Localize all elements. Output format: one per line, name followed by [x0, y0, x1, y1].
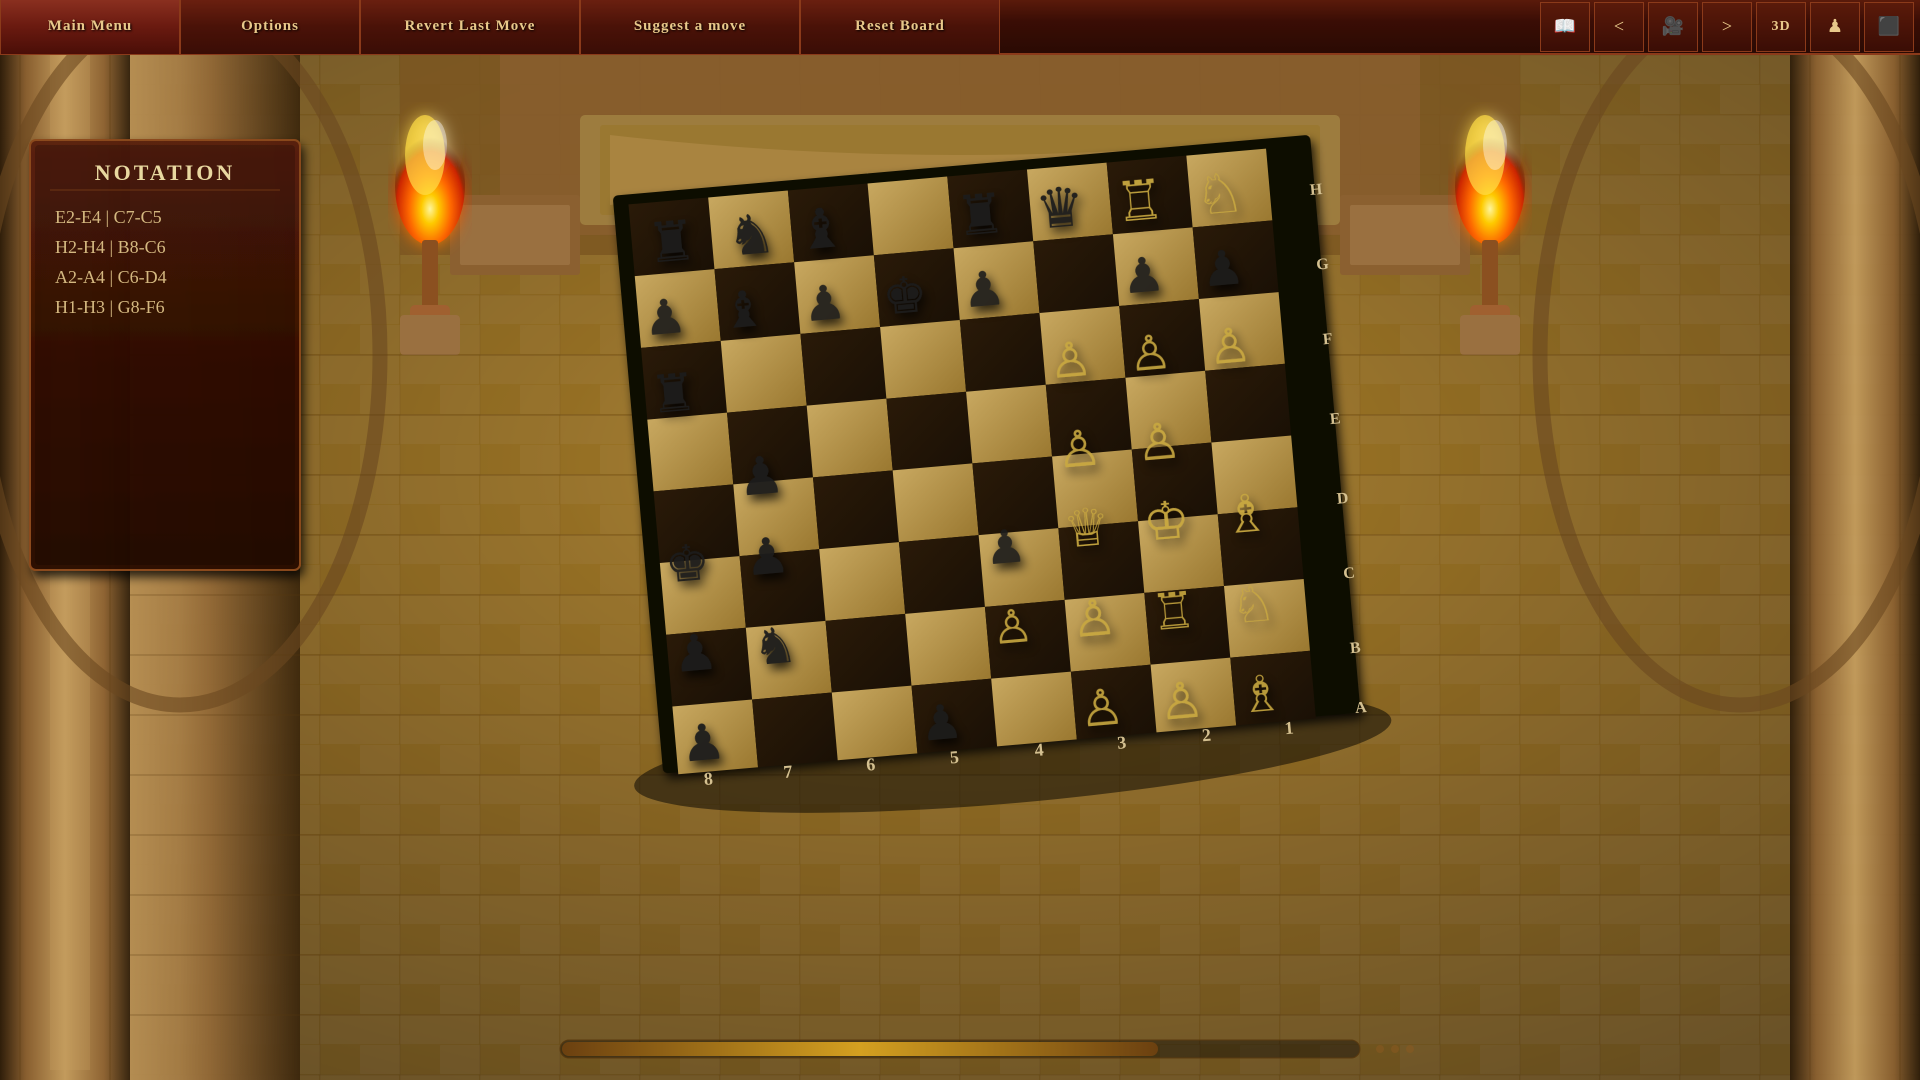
svg-text:♟: ♟	[641, 290, 688, 347]
book-icon: 📖	[1554, 16, 1576, 37]
next-button[interactable]: >	[1702, 2, 1752, 52]
reset-board-button[interactable]: Reset Board	[800, 0, 1000, 54]
game-scene: ⬥⬥⬥⬥⬥⬥⬥⬥⬥⬥⬥⬥⬥⬥⬥⬥⬥⬥⬥⬥⬥⬥⬥	[0, 55, 1920, 1080]
svg-text:♜: ♜	[953, 183, 1007, 248]
suggest-move-button[interactable]: Suggest a move	[580, 0, 800, 54]
svg-text:♙: ♙	[1069, 589, 1119, 649]
options-button[interactable]: Options	[180, 0, 360, 54]
menu-right-icons: 📖 < 🎥 > 3D ♟ ⬛	[1539, 2, 1920, 52]
notation-panel: NOTATION E2-E4 | C7-C5 H2-H4 | B8-C6 A2-…	[30, 140, 300, 570]
svg-text:♟: ♟	[801, 276, 848, 333]
svg-text:♜: ♜	[644, 210, 698, 275]
3d-button[interactable]: 3D	[1756, 2, 1806, 52]
svg-text:♟: ♟	[960, 262, 1007, 319]
svg-text:♖: ♖	[1113, 169, 1167, 234]
svg-text:♟: ♟	[735, 447, 786, 508]
svg-text:♖: ♖	[1149, 582, 1199, 642]
svg-text:D: D	[1336, 490, 1349, 508]
notation-title: NOTATION	[95, 160, 236, 185]
svg-text:♕: ♕	[1061, 499, 1112, 560]
notation-move-2: H2-H4 | B8-C6	[55, 237, 166, 257]
progress-bar-area	[560, 1040, 1360, 1058]
menu-bar: Main Menu Options Revert Last Move Sugge…	[0, 0, 1920, 55]
svg-text:♗: ♗	[1221, 485, 1272, 546]
svg-text:♞: ♞	[724, 203, 778, 268]
svg-text:♝: ♝	[719, 280, 769, 340]
svg-text:H: H	[1309, 181, 1323, 199]
svg-text:♟: ♟	[1119, 248, 1166, 305]
svg-text:♙: ♙	[990, 600, 1036, 654]
svg-text:♗: ♗	[1236, 664, 1286, 724]
game-area: ⬥⬥⬥⬥⬥⬥⬥⬥⬥⬥⬥⬥⬥⬥⬥⬥⬥⬥⬥⬥⬥⬥⬥	[0, 55, 1920, 1080]
svg-text:B: B	[1349, 639, 1361, 657]
checkerboard-button[interactable]: ⬛	[1864, 2, 1914, 52]
svg-text:F: F	[1322, 331, 1333, 349]
svg-text:♟: ♟	[918, 695, 965, 752]
svg-text:♟: ♟	[1199, 241, 1246, 298]
svg-text:♚: ♚	[663, 534, 713, 594]
svg-text:♙: ♙	[1134, 412, 1184, 472]
svg-text:♙: ♙	[1157, 671, 1207, 731]
notation-move-3: A2-A4 | C6-D4	[55, 267, 167, 287]
svg-text:♞: ♞	[750, 616, 800, 676]
svg-text:♙: ♙	[1206, 319, 1253, 376]
svg-text:E: E	[1329, 410, 1341, 428]
svg-text:♙: ♙	[1077, 678, 1127, 738]
svg-text:C: C	[1343, 565, 1356, 583]
svg-text:♟: ♟	[742, 527, 792, 587]
svg-text:♘: ♘	[1228, 575, 1278, 635]
checkerboard-icon: ⬛	[1878, 16, 1900, 37]
prev-button[interactable]: <	[1594, 2, 1644, 52]
svg-text:♙: ♙	[1047, 333, 1094, 390]
svg-text:♚: ♚	[880, 266, 930, 326]
revert-last-move-button[interactable]: Revert Last Move	[360, 0, 580, 54]
next-icon: >	[1722, 16, 1732, 37]
svg-text:♛: ♛	[1033, 176, 1087, 241]
svg-text:♜: ♜	[648, 364, 699, 425]
notation-move-1: E2-E4 | C7-C5	[55, 207, 162, 227]
camera-icon: 🎥	[1662, 16, 1684, 37]
svg-text:A: A	[1354, 699, 1367, 717]
svg-text:♙: ♙	[1054, 419, 1104, 479]
person-button[interactable]: ♟	[1810, 2, 1860, 52]
svg-text:♙: ♙	[1126, 326, 1173, 383]
person-icon: ♟	[1827, 16, 1843, 37]
svg-text:♟: ♟	[670, 623, 720, 683]
book-button[interactable]: 📖	[1540, 2, 1590, 52]
svg-text:♟: ♟	[678, 713, 728, 773]
prev-icon: <	[1614, 16, 1624, 37]
svg-text:♟: ♟	[983, 520, 1029, 574]
camera-button[interactable]: 🎥	[1648, 2, 1698, 52]
svg-text:♘: ♘	[1192, 162, 1246, 227]
svg-text:♔: ♔	[1141, 492, 1192, 553]
main-menu-button[interactable]: Main Menu	[0, 0, 180, 54]
svg-text:♝: ♝	[794, 197, 848, 262]
notation-move-4: H1-H3 | G8-F6	[55, 297, 165, 317]
svg-text:G: G	[1316, 256, 1330, 274]
